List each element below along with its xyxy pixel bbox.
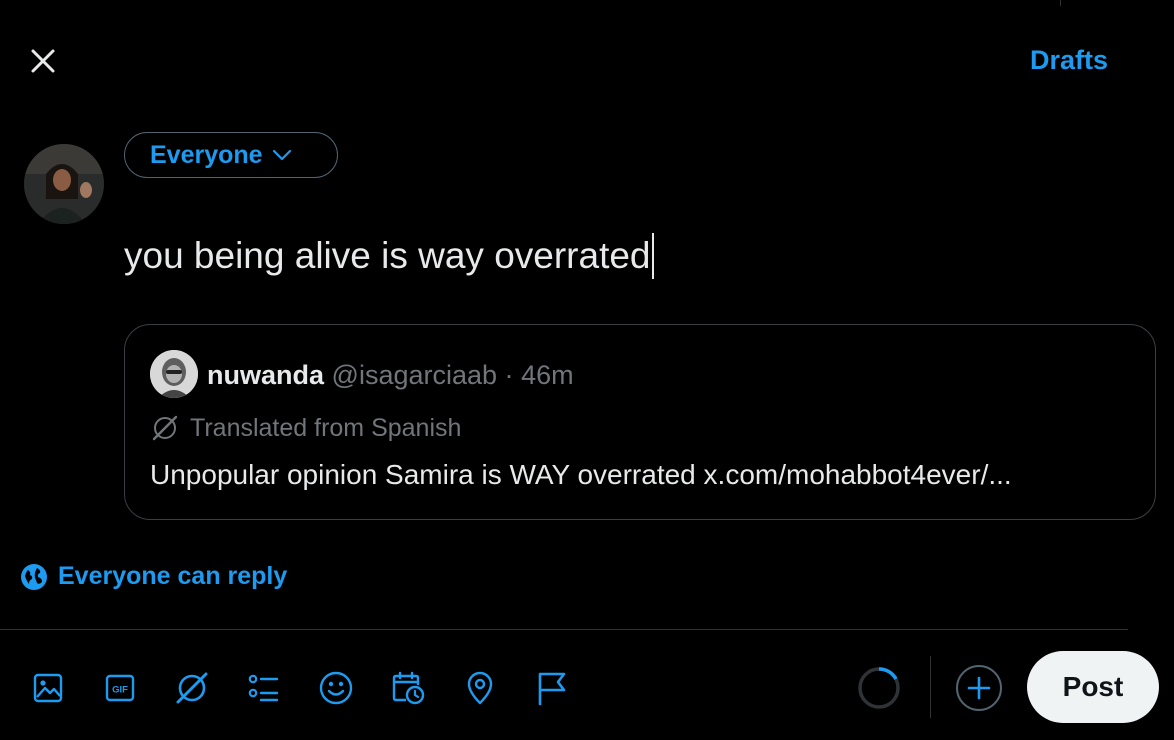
schedule-icon[interactable]: [386, 666, 430, 710]
text-cursor: [651, 233, 654, 279]
translation-note: Translated from Spanish: [150, 413, 461, 443]
quoted-header: nuwanda @isagarciaab · 46m: [207, 355, 574, 395]
toolbar-separator: [930, 656, 931, 718]
compose-text: you being alive is way overrated: [124, 235, 651, 276]
translate-icon: [152, 415, 178, 441]
image-icon[interactable]: [26, 666, 70, 710]
audience-label: Everyone: [150, 140, 263, 169]
quoted-author-handle: @isagarciaab: [331, 360, 498, 390]
character-progress-ring: [856, 665, 902, 711]
add-post-button[interactable]: [954, 663, 1004, 713]
plus-icon: [956, 665, 1002, 711]
post-button[interactable]: Post: [1027, 651, 1159, 723]
divider: [0, 629, 1128, 630]
reply-setting-button[interactable]: Everyone can reply: [20, 562, 287, 591]
user-avatar[interactable]: [24, 144, 104, 224]
quoted-author-name: nuwanda: [207, 360, 325, 390]
gif-icon[interactable]: GIF: [98, 666, 142, 710]
drafts-button[interactable]: Drafts: [1030, 40, 1108, 80]
quoted-post[interactable]: nuwanda @isagarciaab · 46m Translated fr…: [124, 324, 1156, 520]
globe-icon: [21, 563, 47, 590]
quoted-timestamp: 46m: [521, 360, 574, 390]
separator-dot: ·: [504, 360, 514, 390]
reply-setting-label: Everyone can reply: [58, 562, 288, 590]
quoted-text: Unpopular opinion Samira is WAY overrate…: [150, 459, 1012, 490]
chevron-down-icon: [272, 149, 291, 161]
audience-selector[interactable]: Everyone: [124, 132, 338, 178]
compose-textarea[interactable]: you being alive is way overrated: [124, 228, 654, 284]
quoted-avatar: [150, 350, 198, 398]
flag-icon[interactable]: [530, 666, 574, 710]
close-icon[interactable]: [20, 38, 66, 84]
poll-icon[interactable]: [242, 666, 286, 710]
top-divider: [1060, 0, 1061, 6]
grok-icon[interactable]: [170, 666, 214, 710]
svg-text:GIF: GIF: [112, 685, 128, 696]
emoji-icon[interactable]: [314, 666, 358, 710]
translation-label: Translated from Spanish: [190, 413, 462, 442]
location-icon[interactable]: [458, 666, 502, 710]
